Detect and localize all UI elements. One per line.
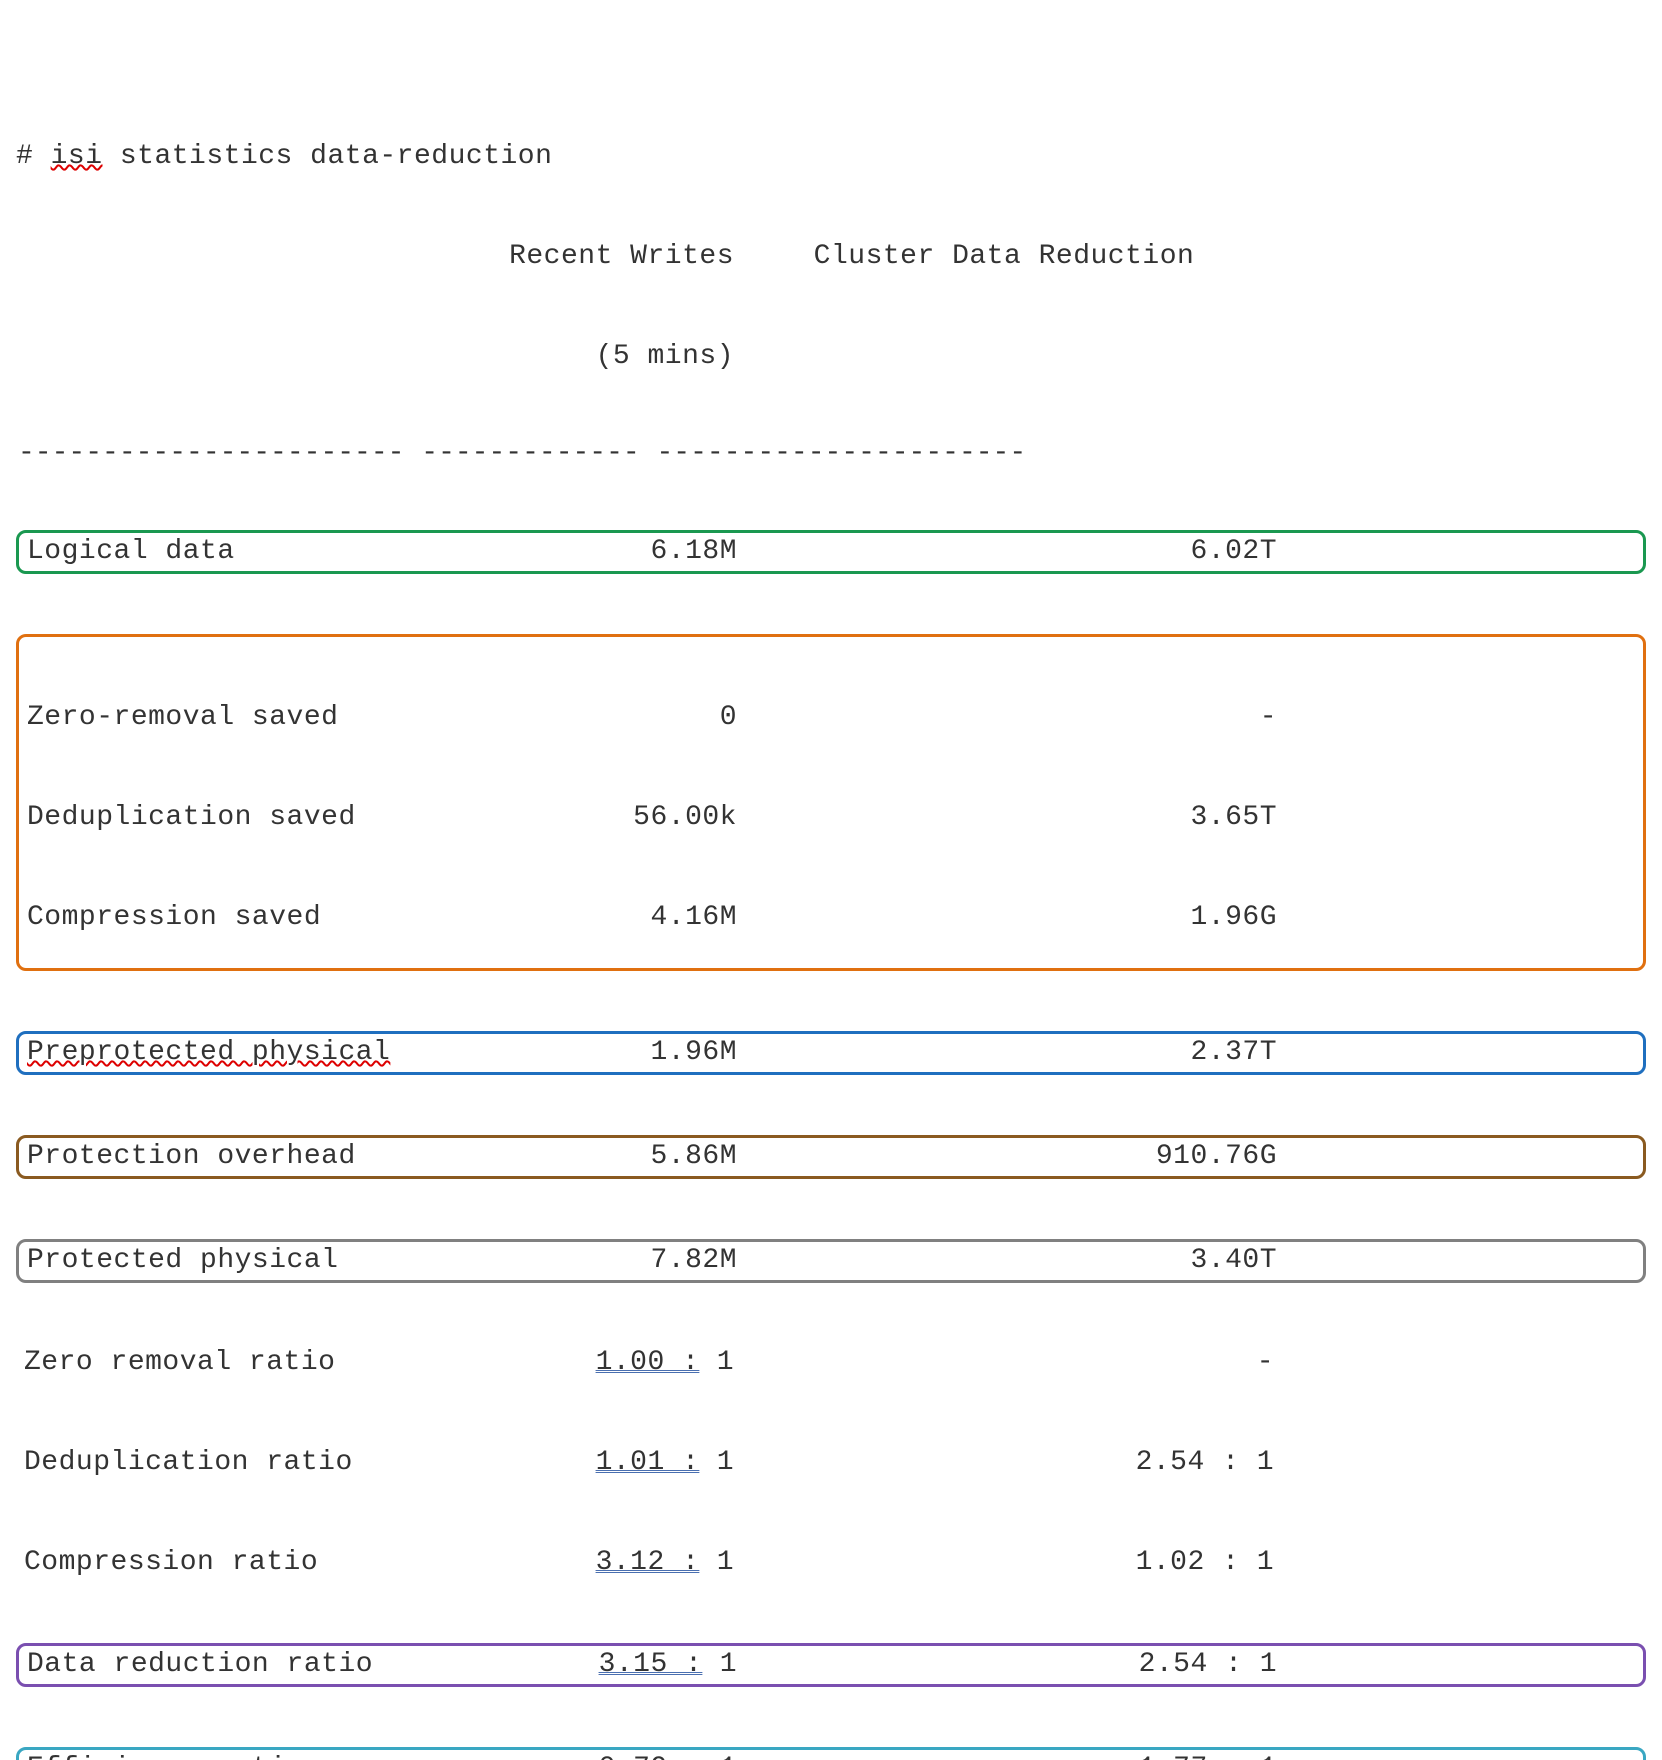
label-comp-saved: Compression saved (19, 899, 457, 937)
label-protphys: Protected physical (19, 1242, 457, 1280)
value-comp-saved-cluster: 1.96G (737, 899, 1289, 937)
header-5mins: (5 mins) (454, 338, 734, 376)
prompt: # (16, 138, 51, 176)
value-zero-ratio-cluster: - (734, 1344, 1286, 1382)
value-protover-recent: 5.86M (457, 1138, 737, 1176)
group-savings: Zero-removal saved 0 - Deduplication sav… (16, 634, 1646, 971)
label-eff-ratio: Efficiency ratio (19, 1750, 457, 1760)
header-subline: (5 mins) (16, 338, 1646, 376)
value-protphys-recent: 7.82M (457, 1242, 737, 1280)
value-dedup-ratio-cluster: 2.54 : 1 (734, 1444, 1286, 1482)
header-line: Recent Writes Cluster Data Reduction (16, 238, 1646, 276)
value-eff-ratio-cluster: 1.77 : 1 (737, 1750, 1289, 1760)
label-zero-ratio: Zero removal ratio (16, 1344, 454, 1382)
value-dedup-saved-cluster: 3.65T (737, 799, 1289, 837)
command-line: # isi statistics data-reduction (16, 138, 1646, 176)
value-dedup-saved-recent: 56.00k (457, 799, 737, 837)
label-comp-ratio: Compression ratio (16, 1544, 454, 1582)
value-preprot-recent: 1.96M (457, 1034, 737, 1072)
label-dedup-saved: Deduplication saved (19, 799, 457, 837)
row-protection-overhead: Protection overhead 5.86M 910.76G (16, 1135, 1646, 1179)
value-comp-ratio-cluster: 1.02 : 1 (734, 1544, 1286, 1582)
separator-top: ----------------------- ------------- --… (16, 438, 1646, 469)
row-zero-removal-saved: Zero-removal saved 0 - (19, 699, 1643, 737)
value-protover-cluster: 910.76G (737, 1138, 1289, 1176)
row-compression-saved: Compression saved 4.16M 1.96G (19, 899, 1643, 937)
value-dedup-ratio-recent: 1.01 : 1 (454, 1444, 734, 1482)
command-word-isi: isi (51, 138, 103, 176)
value-logical-recent: 6.18M (457, 533, 737, 571)
value-preprot-cluster: 2.37T (737, 1034, 1289, 1072)
row-preprotected-physical: Preprotected physical 1.96M 2.37T (16, 1031, 1646, 1075)
row-efficiency-ratio: Efficiency ratio 0.79 : 1 1.77 : 1 (16, 1747, 1646, 1760)
value-logical-cluster: 6.02T (737, 533, 1289, 571)
value-data-ratio-cluster: 2.54 : 1 (737, 1646, 1289, 1684)
row-compression-ratio: Compression ratio 3.12 : 1 1.02 : 1 (16, 1544, 1646, 1582)
label-data-ratio: Data reduction ratio (19, 1646, 457, 1684)
row-deduplication-ratio: Deduplication ratio 1.01 : 1 2.54 : 1 (16, 1444, 1646, 1482)
header-cluster-reduction: Cluster Data Reduction (734, 238, 1286, 276)
label-zero-saved: Zero-removal saved (19, 699, 457, 737)
value-comp-saved-recent: 4.16M (457, 899, 737, 937)
label-logical: Logical data (19, 533, 457, 571)
row-protected-physical: Protected physical 7.82M 3.40T (16, 1239, 1646, 1283)
row-logical-data: Logical data 6.18M 6.02T (16, 530, 1646, 574)
value-comp-ratio-recent: 3.12 : 1 (454, 1544, 734, 1582)
value-zero-ratio-recent: 1.00 : 1 (454, 1344, 734, 1382)
row-data-reduction-ratio: Data reduction ratio 3.15 : 1 2.54 : 1 (16, 1643, 1646, 1687)
value-zero-saved-cluster: - (737, 699, 1289, 737)
label-protover: Protection overhead (19, 1138, 457, 1176)
row-zero-removal-ratio: Zero removal ratio 1.00 : 1 - (16, 1344, 1646, 1382)
value-zero-saved-recent: 0 (457, 699, 737, 737)
command-rest: statistics data-reduction (103, 138, 553, 176)
label-preprot: Preprotected physical (19, 1034, 457, 1072)
label-dedup-ratio: Deduplication ratio (16, 1444, 454, 1482)
value-data-ratio-recent: 3.15 : 1 (457, 1646, 737, 1684)
value-protphys-cluster: 3.40T (737, 1242, 1289, 1280)
value-eff-ratio-recent: 0.79 : 1 (457, 1750, 737, 1760)
header-recent-writes: Recent Writes (454, 238, 734, 276)
row-deduplication-saved: Deduplication saved 56.00k 3.65T (19, 799, 1643, 837)
